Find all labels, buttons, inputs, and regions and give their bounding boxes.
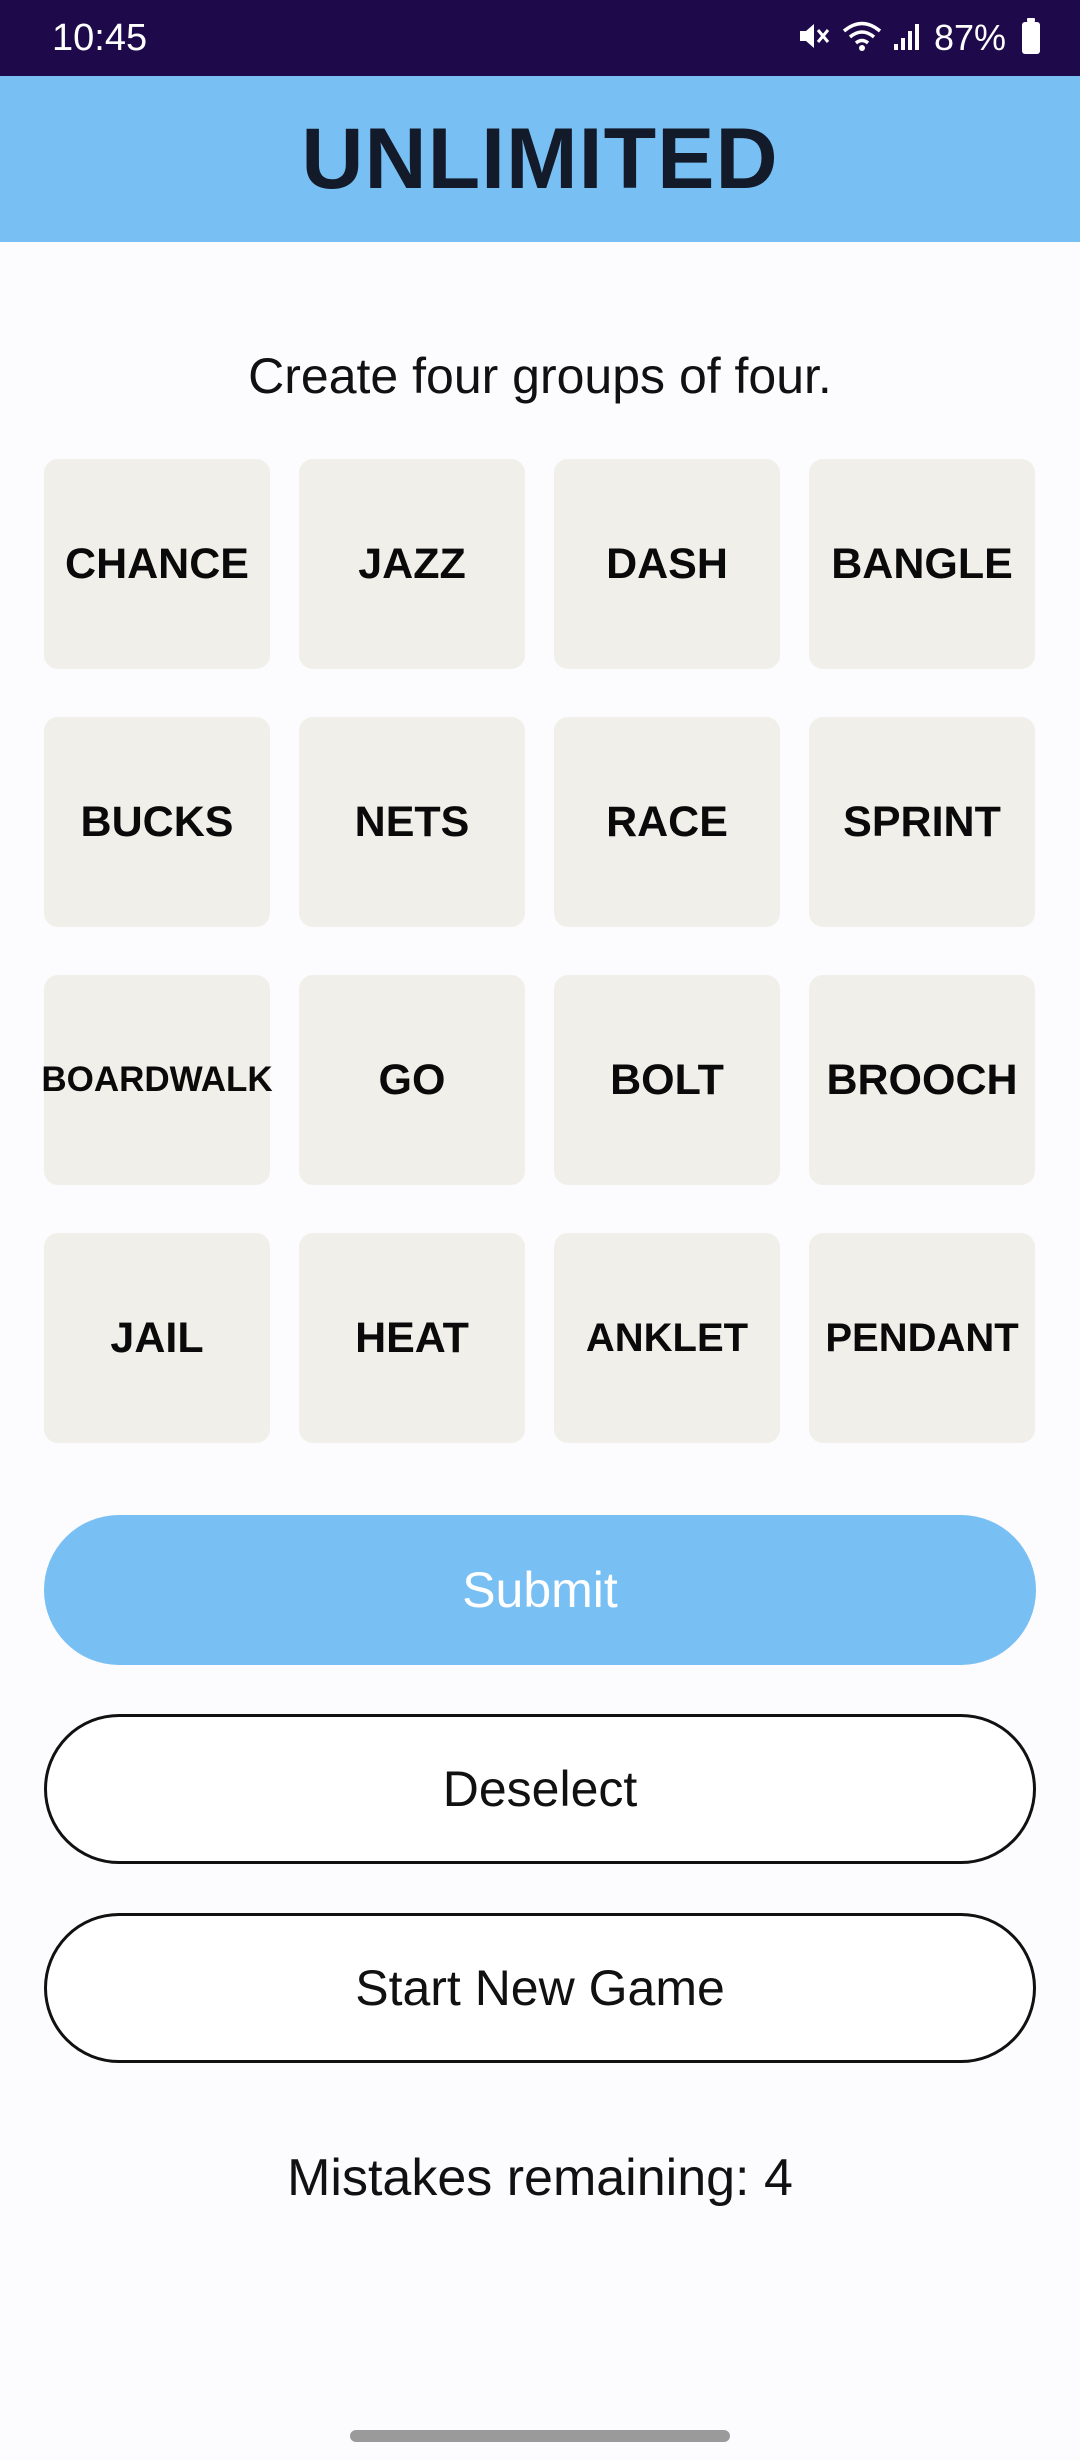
instructions-text: Create four groups of four. (248, 348, 832, 404)
word-tile[interactable]: BOARDWALK (41, 975, 273, 1185)
status-time: 10:45 (52, 17, 148, 59)
gesture-bar[interactable] (350, 2430, 730, 2442)
header: UNLIMITED (0, 76, 1080, 242)
word-tile[interactable]: DASH (554, 459, 780, 669)
word-tile[interactable]: JAZZ (299, 459, 525, 669)
word-tile[interactable]: BROOCH (809, 975, 1035, 1185)
page-title: UNLIMITED (301, 110, 779, 207)
word-tile[interactable]: PENDANT (809, 1233, 1035, 1443)
word-tile[interactable]: BANGLE (809, 459, 1035, 669)
submit-button[interactable]: Submit (44, 1515, 1036, 1665)
word-tile[interactable]: HEAT (299, 1233, 525, 1443)
word-grid: CHANCE JAZZ DASH BANGLE BUCKS NETS RACE … (41, 459, 1036, 1443)
word-tile[interactable]: BUCKS (44, 717, 270, 927)
word-tile[interactable]: RACE (554, 717, 780, 927)
start-new-game-button[interactable]: Start New Game (44, 1913, 1036, 2063)
word-tile[interactable]: ANKLET (554, 1233, 780, 1443)
wifi-icon (842, 20, 882, 57)
battery-icon (1022, 18, 1040, 54)
battery-percent: 87% (933, 17, 1006, 58)
mistakes-remaining: Mistakes remaining: 4 (287, 2149, 793, 2207)
deselect-button[interactable]: Deselect (44, 1714, 1036, 1864)
word-tile[interactable]: SPRINT (809, 717, 1035, 927)
word-tile[interactable]: GO (299, 975, 525, 1185)
mute-icon (796, 20, 832, 57)
word-tile[interactable]: JAIL (44, 1233, 270, 1443)
word-tile[interactable]: CHANCE (44, 459, 270, 669)
status-bar: 10:45 87% (0, 0, 1080, 76)
word-tile[interactable]: BOLT (554, 975, 780, 1185)
status-icons: 87% (796, 14, 1040, 62)
word-tile[interactable]: NETS (299, 717, 525, 927)
signal-icon (892, 20, 924, 57)
